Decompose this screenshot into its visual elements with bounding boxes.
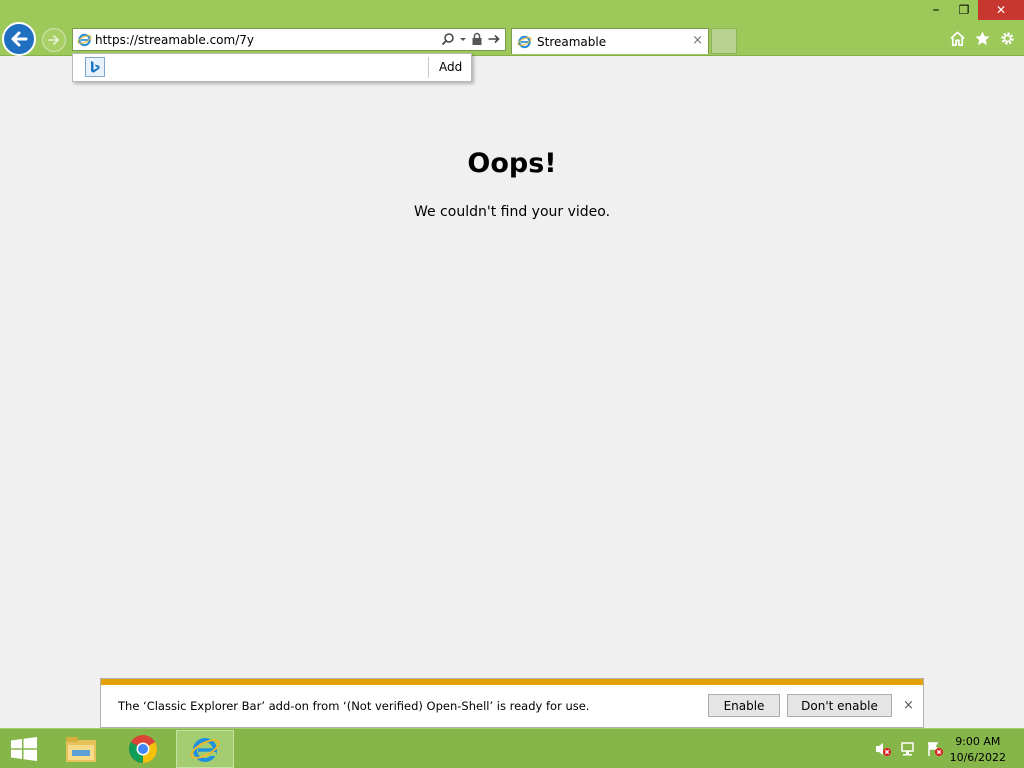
close-window-button[interactable]: ✕: [978, 0, 1024, 20]
minimize-button[interactable]: –: [922, 0, 950, 20]
taskbar-internet-explorer[interactable]: [176, 730, 234, 768]
address-bar-icons: [441, 32, 501, 46]
chrome-icon: [129, 735, 157, 763]
toolbar-right-icons: [949, 30, 1016, 47]
suggestion-divider: [428, 57, 429, 78]
notification-stripe: [101, 679, 923, 685]
address-bar[interactable]: [72, 28, 506, 51]
page-heading: Oops!: [467, 148, 557, 179]
forward-button[interactable]: [42, 28, 66, 52]
home-icon[interactable]: [949, 30, 966, 47]
address-input[interactable]: [95, 31, 413, 48]
forward-icon: [48, 35, 59, 45]
dont-enable-button[interactable]: Don't enable: [787, 694, 892, 717]
add-search-provider-button[interactable]: Add: [439, 60, 462, 74]
folder-icon: [66, 737, 96, 762]
search-icon[interactable]: [441, 32, 455, 46]
favorites-star-icon[interactable]: [974, 30, 991, 47]
back-icon: [11, 31, 28, 47]
system-tray: [874, 741, 944, 757]
bing-search-provider[interactable]: [85, 57, 105, 77]
internet-explorer-icon: [190, 738, 220, 762]
clock-time: 9:00 AM: [955, 735, 1001, 748]
addon-notification-bar: The ‘Classic Explorer Bar’ add-on from ‘…: [100, 678, 924, 728]
windows-start-icon[interactable]: [10, 737, 38, 761]
tab-close-button[interactable]: ×: [692, 33, 703, 48]
browser-toolbar: – ❐ ✕ https://streamable.com/7y Streamab…: [0, 0, 1024, 56]
tab-streamable[interactable]: Streamable ×: [511, 28, 709, 54]
taskbar-file-explorer[interactable]: [52, 730, 110, 768]
address-suggestion-dropdown: Add: [72, 53, 472, 82]
action-center-flag-icon[interactable]: [926, 741, 944, 757]
enable-button[interactable]: Enable: [708, 694, 780, 717]
notification-text: The ‘Classic Explorer Bar’ add-on from ‘…: [118, 699, 590, 713]
new-tab-button[interactable]: [711, 28, 737, 54]
network-icon[interactable]: [900, 741, 918, 757]
restore-button[interactable]: ❐: [950, 0, 978, 20]
taskbar-chrome[interactable]: [114, 730, 172, 768]
lock-icon[interactable]: [471, 32, 483, 46]
notification-close-button[interactable]: ×: [903, 698, 914, 713]
taskbar-clock[interactable]: 9:00 AM 10/6/2022: [950, 734, 1006, 766]
window-controls: – ❐ ✕: [922, 0, 1024, 20]
error-message: We couldn't find your video.: [413, 204, 611, 220]
clock-date: 10/6/2022: [949, 751, 1006, 764]
search-dropdown-icon[interactable]: [459, 32, 467, 46]
tab-title: Streamable: [537, 35, 607, 49]
taskbar: 9:00 AM 10/6/2022: [0, 728, 1024, 768]
ie-icon: [77, 33, 92, 47]
go-icon[interactable]: [487, 32, 501, 46]
settings-gear-icon[interactable]: [999, 30, 1016, 47]
back-button[interactable]: [2, 22, 36, 56]
volume-muted-icon[interactable]: [874, 741, 892, 757]
ie-icon: [517, 35, 532, 49]
bing-icon: [91, 61, 100, 73]
